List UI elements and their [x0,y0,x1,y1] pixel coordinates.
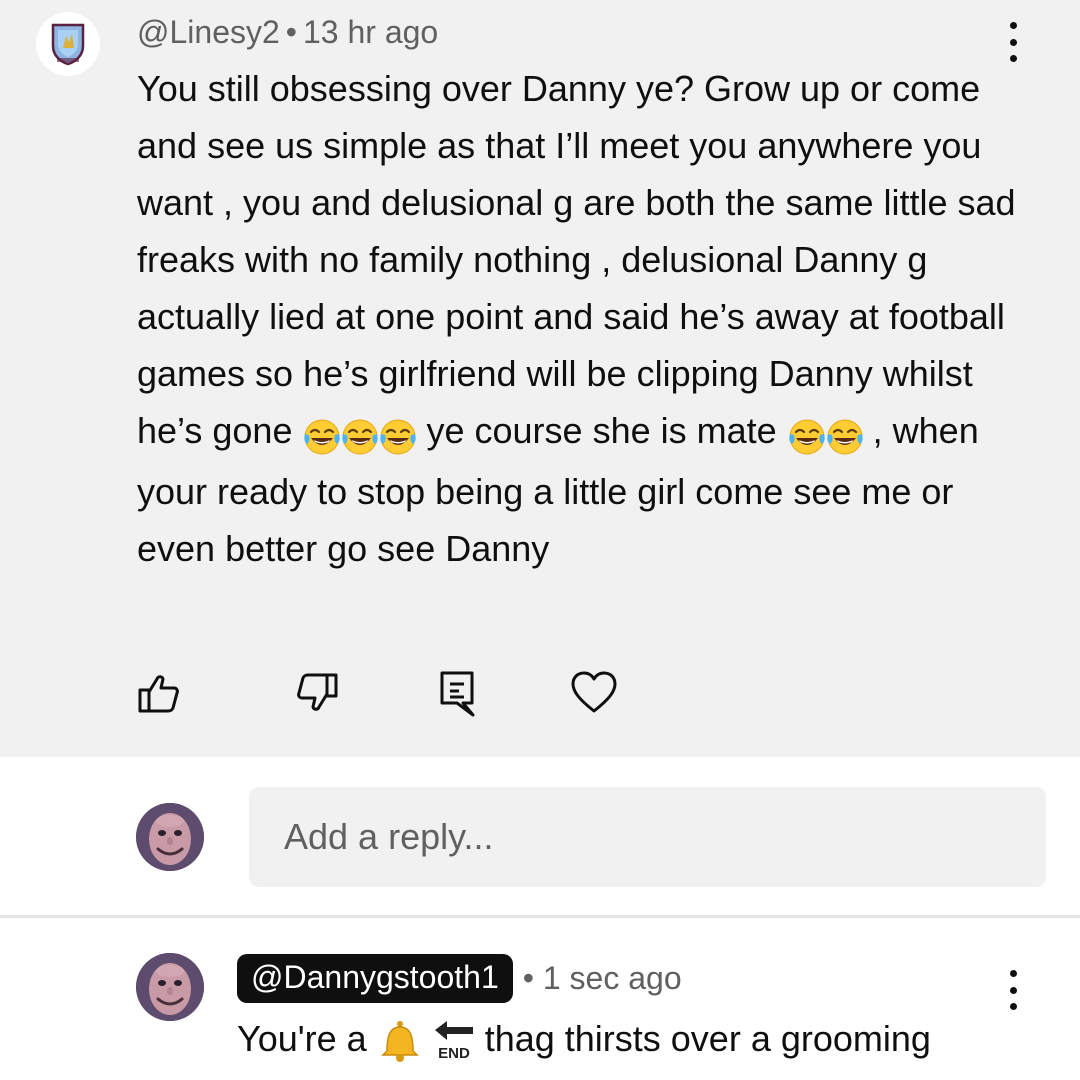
comment-meta: @Linesy2 • 13 hr ago [137,14,438,51]
reply-separator: • [522,960,534,996]
tears-of-joy-emoji-icon [380,419,417,455]
commenter-avatar[interactable] [36,12,100,76]
reply-input-placeholder: Add a reply... [284,816,494,857]
svg-text:END: END [438,1045,470,1062]
comment-username[interactable]: @Linesy2 [137,14,280,50]
like-icon[interactable] [136,670,182,716]
tears-of-joy-emoji-icon [788,419,825,455]
reply-text-after-emojis: thag thirsts over a grooming [484,1018,931,1059]
end-arrow-emoji-icon: END [434,1021,473,1062]
comment-actions [0,660,1080,730]
reply-composer: Add a reply... [0,757,1080,917]
laughing-emoji-run-2 [787,406,863,463]
comment-timestamp: 13 hr ago [302,14,439,50]
reply-comment-icon[interactable] [434,668,480,718]
tears-of-joy-emoji-icon [342,419,379,455]
divider [0,915,1080,918]
reply-time-value: 1 sec ago [542,960,682,996]
bell-emoji-icon [380,1021,419,1063]
dislike-icon[interactable] [294,670,340,716]
tears-of-joy-emoji-icon [826,419,863,455]
reply-author-avatar[interactable] [136,953,204,1021]
reply-text-prefix: You're a [237,1018,377,1059]
reply-author-handle[interactable]: @Dannygstooth1 [237,954,513,1003]
tears-of-joy-emoji-icon [304,419,341,455]
laughing-emoji-run-1 [302,406,417,463]
heart-icon[interactable] [568,668,620,716]
reply-meta: @Dannygstooth1 • 1 sec ago [237,954,682,1003]
comment-text-part1: You still obsessing over Danny ye? Grow … [137,68,1016,451]
avatar-face-image [136,953,204,1021]
comment-text-part2: ye course she is mate [416,410,787,451]
reply-timestamp: • 1 sec ago [523,960,682,997]
avatar-face-image [136,803,204,871]
club-crest-icon [51,23,85,66]
current-user-avatar[interactable] [136,803,204,871]
reply-body: You're a END thag thirsts over a groomin… [237,1010,1027,1067]
reply-more-vert-icon[interactable] [1001,968,1025,1012]
more-vert-icon[interactable] [1001,20,1025,64]
meta-separator: • [285,14,297,50]
comment-body: You still obsessing over Danny ye? Grow … [137,60,1027,577]
comment-card: @Linesy2 • 13 hr ago You still obsessing o… [0,0,1080,757]
reply-input[interactable]: Add a reply... [249,787,1046,887]
